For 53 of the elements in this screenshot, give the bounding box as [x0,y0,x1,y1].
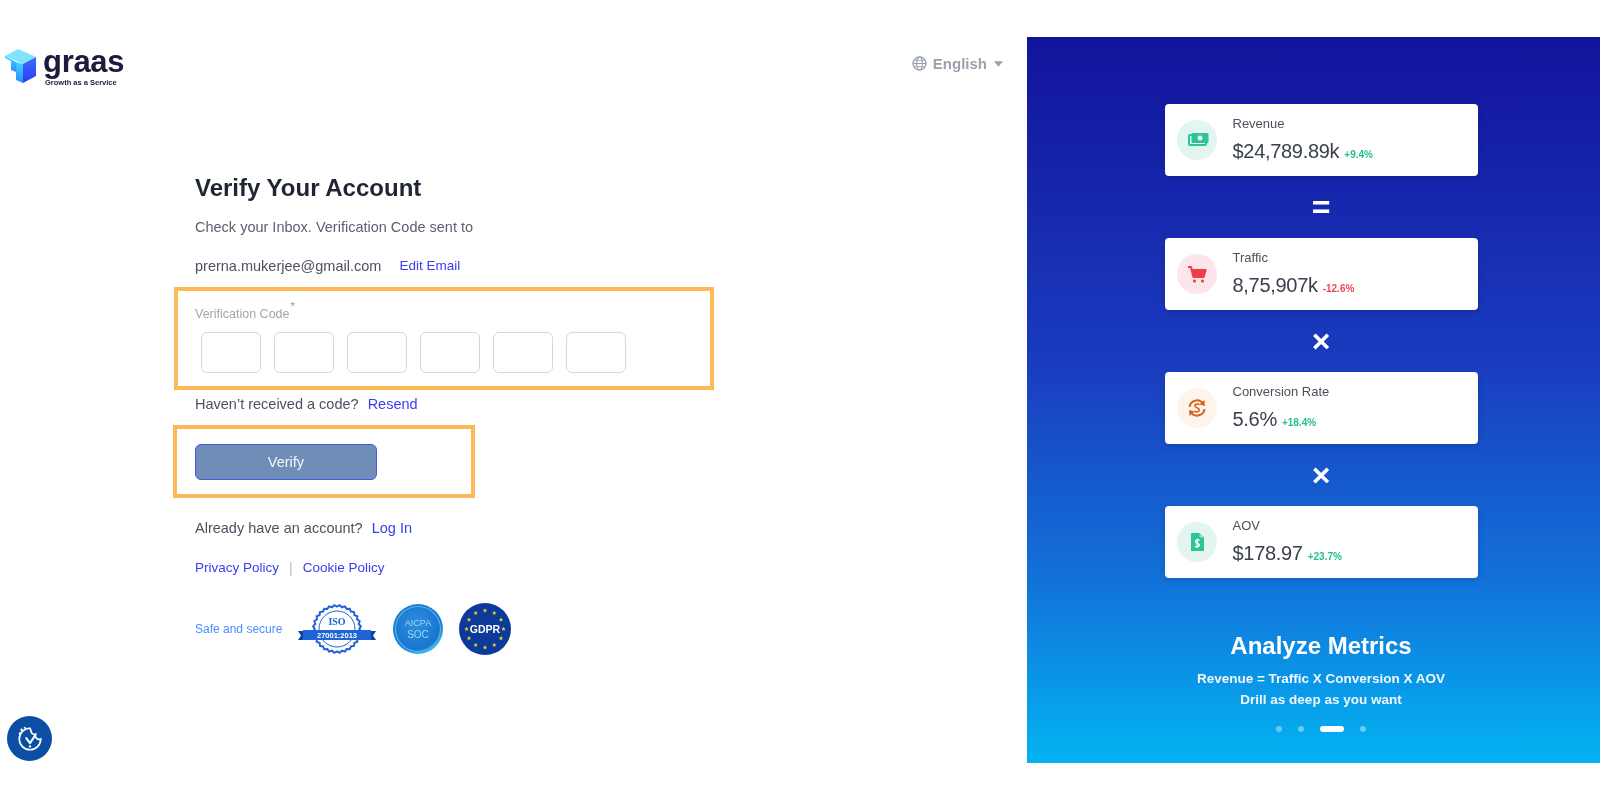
instruction-text: Check your Inbox. Verification Code sent to [195,218,474,237]
resend-prompt: Haven’t received a code? [195,395,359,414]
promo-text: Revenue = Traffic X Conversion X AOV [1196,670,1446,688]
promo-headline: Analyze Metrics [1230,631,1412,661]
slide-indicator[interactable] [1298,726,1304,732]
slide-indicator[interactable] [1276,726,1282,732]
metric-label: AOV [1232,518,1261,534]
operator-symbol: × [1311,322,1331,361]
metric-change: +18.4% [1281,417,1317,428]
operator-symbol: = [1311,188,1331,227]
metric-value: $178.97 [1232,541,1303,566]
slide-indicator[interactable] [1360,726,1366,732]
globe-icon [911,56,927,71]
metric-change: +23.7% [1307,551,1342,562]
policy-link[interactable]: Cookie Policy [302,558,385,578]
banknote-icon [1176,120,1217,160]
aicpa-soc-seal: AICPA SOC [392,603,445,655]
cookie-icon [15,724,44,753]
operator-symbol: × [1311,456,1331,495]
code-digit-field[interactable] [201,332,261,373]
email-address: prerna.mukerjee@gmail.com [195,257,382,276]
code-digit-field[interactable] [347,332,407,373]
caret-icon [994,60,1003,67]
cookie-settings-button[interactable] [7,716,52,761]
login-link[interactable]: Log In [371,518,412,538]
metric-value: $24,789.89k [1232,139,1340,164]
slide-indicator[interactable] [1320,726,1344,732]
invoice-icon [1176,522,1217,562]
metric-label: Traffic [1232,250,1269,266]
cart-icon [1176,254,1217,294]
login-prompt: Already have an account? [195,519,363,538]
link-separator: | [289,559,293,578]
metric-value: 8,75,907k [1232,273,1318,298]
page-title: Verify Your Account [195,173,422,203]
required-mark: * [290,301,295,312]
field-label: Verification Code [195,306,290,323]
metric-change: -12.6% [1322,283,1355,294]
edit-email-link[interactable]: Edit Email [399,256,461,276]
gdpr-seal: GDPR [459,603,512,655]
metric-value: 5.6% [1232,407,1277,432]
promo-text: Drill as deep as you want [1240,691,1402,709]
code-digit-field[interactable] [420,332,480,373]
code-digit-field[interactable] [566,332,626,373]
logo-cube-icon [5,48,36,83]
code-digit-field[interactable] [274,332,334,373]
policy-link[interactable]: Privacy Policy [195,558,280,578]
resend-link[interactable]: Resend [367,394,418,414]
currency-exchange-icon [1176,388,1217,428]
metric-label: Revenue [1232,116,1286,132]
security-label: Safe and secure [195,622,283,636]
metric-change: +9.4% [1344,149,1373,160]
metric-label: Conversion Rate [1232,384,1330,400]
code-digit-field[interactable] [493,332,553,373]
